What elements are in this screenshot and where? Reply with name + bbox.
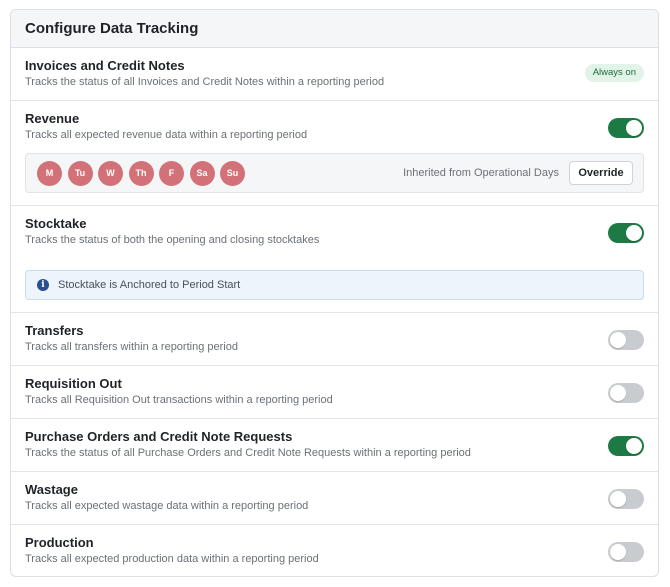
- row-title: Stocktake: [25, 216, 87, 231]
- tracking-row-wastage: Wastage Tracks all expected wastage data…: [11, 472, 658, 525]
- toggle-knob: [626, 225, 642, 241]
- tracking-row-purchase-orders: Purchase Orders and Credit Note Requests…: [11, 419, 658, 472]
- day-pill-friday[interactable]: F: [159, 160, 184, 186]
- toggle-knob: [626, 120, 642, 136]
- revenue-toggle[interactable]: [608, 118, 644, 138]
- tracking-row-transfers: Transfers Tracks all transfers within a …: [11, 313, 658, 366]
- row-description: Tracks the status of all Purchase Orders…: [25, 447, 471, 459]
- row-description: Tracks all transfers within a reporting …: [25, 341, 238, 353]
- row-title: Transfers: [25, 323, 84, 338]
- info-circle-icon: i: [37, 279, 49, 291]
- day-pill-monday[interactable]: M: [37, 160, 62, 186]
- toggle-knob: [610, 332, 626, 348]
- configure-data-tracking-card: Configure Data Tracking Invoices and Cre…: [10, 9, 659, 577]
- row-description: Tracks the status of all Invoices and Cr…: [25, 76, 385, 88]
- row-description: Tracks the status of both the opening an…: [25, 234, 320, 246]
- stocktake-toggle[interactable]: [608, 223, 644, 243]
- day-pill-wednesday[interactable]: W: [98, 160, 123, 186]
- row-description: Tracks all expected revenue data within …: [25, 129, 308, 141]
- row-description: Tracks all expected production data with…: [25, 553, 319, 565]
- override-button[interactable]: Override: [569, 161, 633, 185]
- day-pill-sunday[interactable]: Su: [220, 160, 245, 186]
- row-title: Purchase Orders and Credit Note Requests: [25, 429, 293, 444]
- day-pill-saturday[interactable]: Sa: [189, 160, 215, 186]
- day-pill-tuesday[interactable]: Tu: [67, 160, 93, 186]
- inherited-label: Inherited from Operational Days: [403, 167, 559, 179]
- day-pill-thursday[interactable]: Th: [128, 160, 154, 186]
- row-description: Tracks all Requisition Out transactions …: [25, 394, 333, 406]
- tracking-row-requisition-out: Requisition Out Tracks all Requisition O…: [11, 366, 658, 419]
- toggle-knob: [626, 438, 642, 454]
- toggle-knob: [610, 491, 626, 507]
- row-title: Production: [25, 535, 94, 550]
- row-title: Revenue: [25, 111, 80, 126]
- operational-days-panel: M Tu W Th F Sa Su Inherited from Operati…: [25, 153, 644, 193]
- row-title: Wastage: [25, 482, 78, 497]
- info-text: Stocktake is Anchored to Period Start: [58, 279, 241, 291]
- tracking-row-invoices: Invoices and Credit Notes Tracks the sta…: [11, 48, 658, 101]
- transfers-toggle[interactable]: [608, 330, 644, 350]
- tracking-row-production: Production Tracks all expected productio…: [11, 525, 658, 576]
- production-toggle[interactable]: [608, 542, 644, 562]
- wastage-toggle[interactable]: [608, 489, 644, 509]
- tracking-row-stocktake: Stocktake Tracks the status of both the …: [11, 206, 658, 313]
- stocktake-info-banner: i Stocktake is Anchored to Period Start: [25, 270, 644, 300]
- tracking-row-revenue: Revenue Tracks all expected revenue data…: [11, 101, 658, 206]
- row-title: Requisition Out: [25, 376, 122, 391]
- toggle-knob: [610, 544, 626, 560]
- requisition-out-toggle[interactable]: [608, 383, 644, 403]
- card-header: Configure Data Tracking: [11, 10, 658, 48]
- page-title: Configure Data Tracking: [25, 20, 199, 37]
- row-title: Invoices and Credit Notes: [25, 58, 185, 73]
- always-on-badge: Always on: [584, 64, 644, 82]
- purchase-orders-toggle[interactable]: [608, 436, 644, 456]
- row-description: Tracks all expected wastage data within …: [25, 500, 309, 512]
- toggle-knob: [610, 385, 626, 401]
